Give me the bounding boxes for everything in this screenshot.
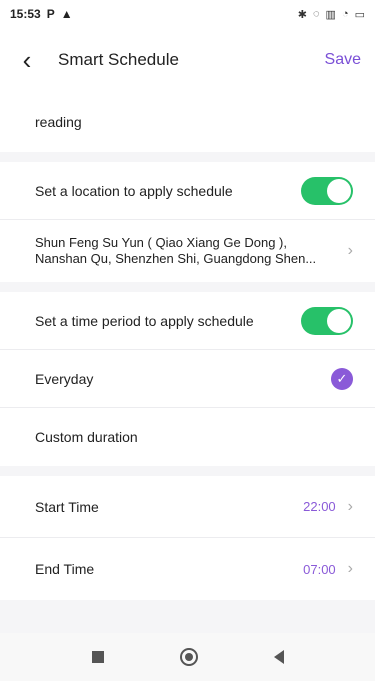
page-title: Smart Schedule: [58, 50, 179, 69]
time-period-toggle-row: Set a time period to apply schedule: [0, 292, 375, 350]
address-line-1: Shun Feng Su Yun ( Qiao Xiang Ge Dong ),: [35, 235, 287, 250]
checkmark-icon: ✓: [331, 367, 353, 390]
option-custom-duration[interactable]: Custom duration: [0, 408, 375, 466]
no-disturb-icon: ◌: [312, 7, 320, 20]
end-time-row[interactable]: End Time 07:00 ›: [0, 538, 375, 600]
status-bar: 15:53 P ▲ ✱ ◌ ▥ ◔ ▭: [0, 0, 375, 28]
name-section: reading: [0, 92, 375, 152]
time-period-label: Set a time period to apply schedule: [35, 312, 254, 329]
back-nav-icon[interactable]: [273, 650, 284, 664]
location-address-row[interactable]: Shun Feng Su Yun ( Qiao Xiang Ge Dong ),…: [0, 220, 375, 282]
phone-screen: 15:53 P ▲ ✱ ◌ ▥ ◔ ▭ ‹ Smart Schedule Sav…: [0, 0, 375, 681]
toggle-knob: [327, 178, 351, 203]
warning-icon: ▲: [60, 7, 73, 21]
chevron-right-icon: ›: [347, 242, 353, 259]
header-bar: ‹ Smart Schedule Save: [0, 28, 375, 92]
location-address: Shun Feng Su Yun ( Qiao Xiang Ge Dong ),…: [35, 235, 338, 267]
times-section: Start Time 22:00 › End Time 07:00 ›: [0, 476, 375, 600]
location-label: Set a location to apply schedule: [35, 182, 233, 199]
system-nav-bar: [0, 633, 375, 681]
status-icons: ✱ ◌ ▥ ◔ ▭: [298, 8, 365, 21]
time-period-section: Set a time period to apply schedule Ever…: [0, 292, 375, 466]
chevron-left-icon: ‹: [22, 45, 32, 75]
status-time: 15:53: [10, 7, 41, 21]
option-everyday[interactable]: Everyday ✓: [0, 350, 375, 408]
start-time-label: Start Time: [35, 498, 99, 515]
location-toggle-row: Set a location to apply schedule: [0, 162, 375, 220]
back-button[interactable]: ‹: [14, 47, 40, 73]
battery-icon: ▭: [354, 8, 365, 21]
location-toggle[interactable]: [301, 176, 353, 205]
chevron-right-icon: ›: [347, 560, 353, 577]
signal-icon: ▥: [325, 8, 336, 21]
end-time-label: End Time: [35, 561, 95, 577]
end-time-value: 07:00: [303, 561, 336, 577]
time-period-toggle[interactable]: [301, 306, 353, 335]
wifi-icon: ◔: [341, 7, 349, 20]
option-everyday-label: Everyday: [35, 370, 94, 387]
option-custom-label: Custom duration: [35, 429, 138, 445]
location-section: Set a location to apply schedule Shun Fe…: [0, 162, 375, 282]
toggle-knob: [327, 308, 351, 333]
start-time-value: 22:00: [303, 499, 336, 514]
address-line-2: Nanshan Qu, Shenzhen Shi, Guangdong Shen…: [35, 251, 317, 266]
save-button[interactable]: Save: [325, 51, 361, 69]
schedule-name-value: reading: [35, 114, 82, 130]
chevron-right-icon: ›: [347, 497, 353, 515]
home-icon[interactable]: [179, 648, 198, 666]
start-time-row[interactable]: Start Time 22:00 ›: [0, 476, 375, 538]
schedule-name-field[interactable]: reading: [0, 92, 375, 152]
recents-icon[interactable]: [91, 651, 104, 663]
bluetooth-icon: ✱: [297, 8, 307, 21]
parking-icon: P: [46, 7, 55, 21]
